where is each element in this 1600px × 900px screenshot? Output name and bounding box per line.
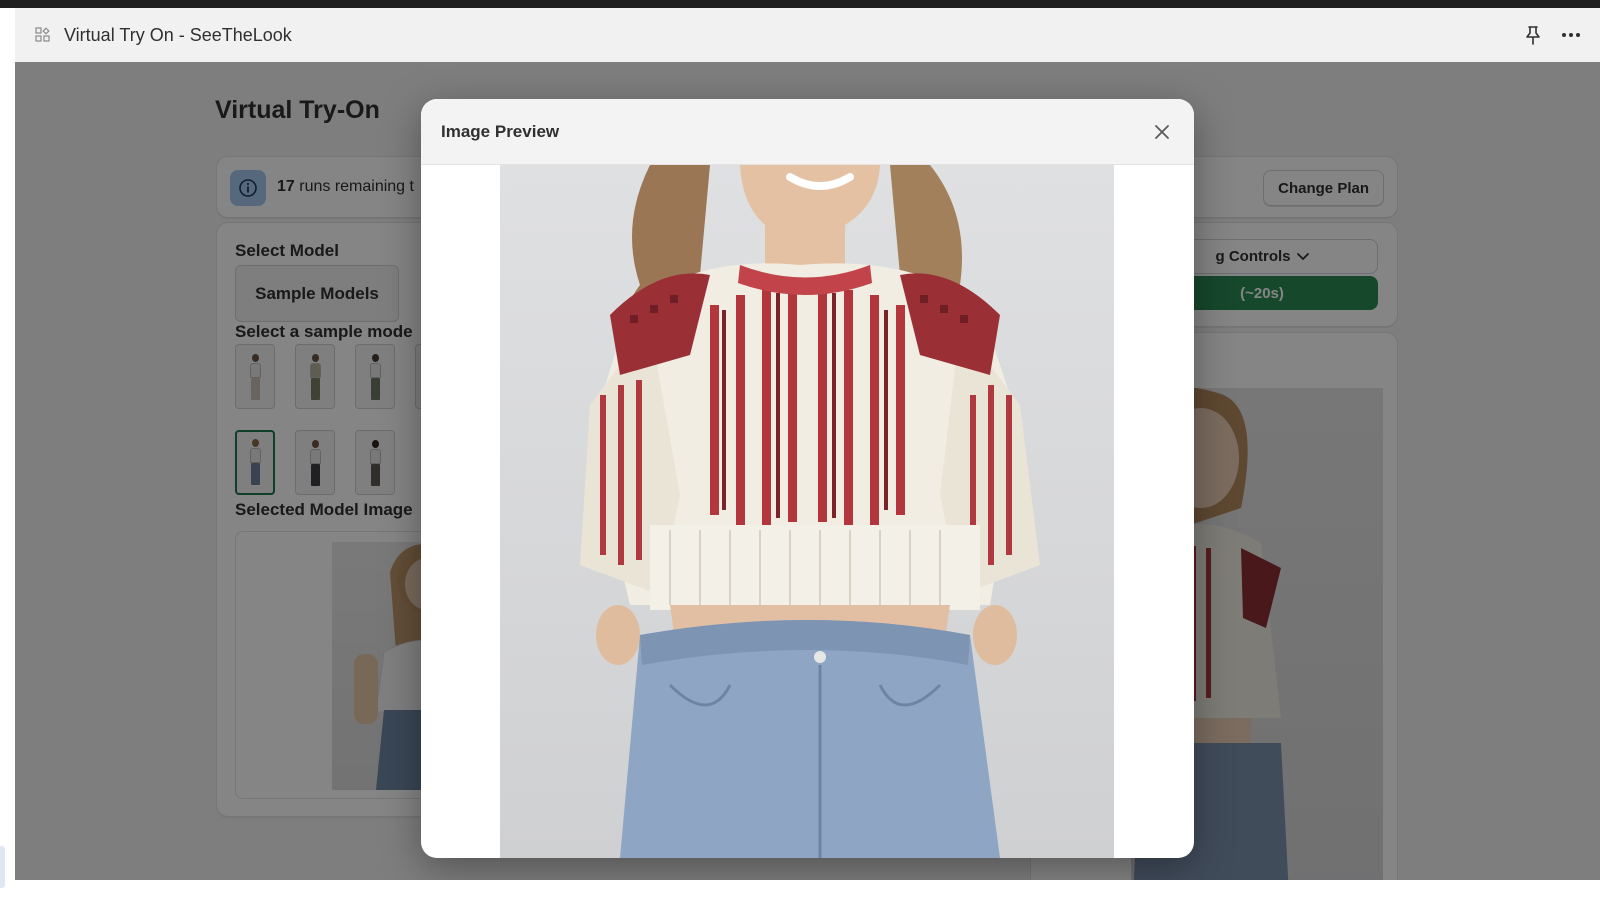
left-edge-tab[interactable] xyxy=(0,846,5,888)
close-icon[interactable] xyxy=(1150,120,1174,144)
image-preview-modal: Image Preview xyxy=(421,99,1194,858)
modal-title: Image Preview xyxy=(441,121,560,141)
title-bar: Virtual Try On - SeeTheLook xyxy=(15,8,1600,62)
modal-header: Image Preview xyxy=(421,99,1194,165)
more-horizontal-icon[interactable] xyxy=(1560,24,1582,46)
window-top-bar xyxy=(0,0,1600,8)
app-grid-icon xyxy=(32,24,54,46)
bottom-edge-strip xyxy=(15,880,1600,900)
window-title: Virtual Try On - SeeTheLook xyxy=(64,24,292,45)
left-edge-strip xyxy=(0,8,15,900)
pin-icon[interactable] xyxy=(1522,24,1544,46)
preview-image xyxy=(500,165,1114,858)
